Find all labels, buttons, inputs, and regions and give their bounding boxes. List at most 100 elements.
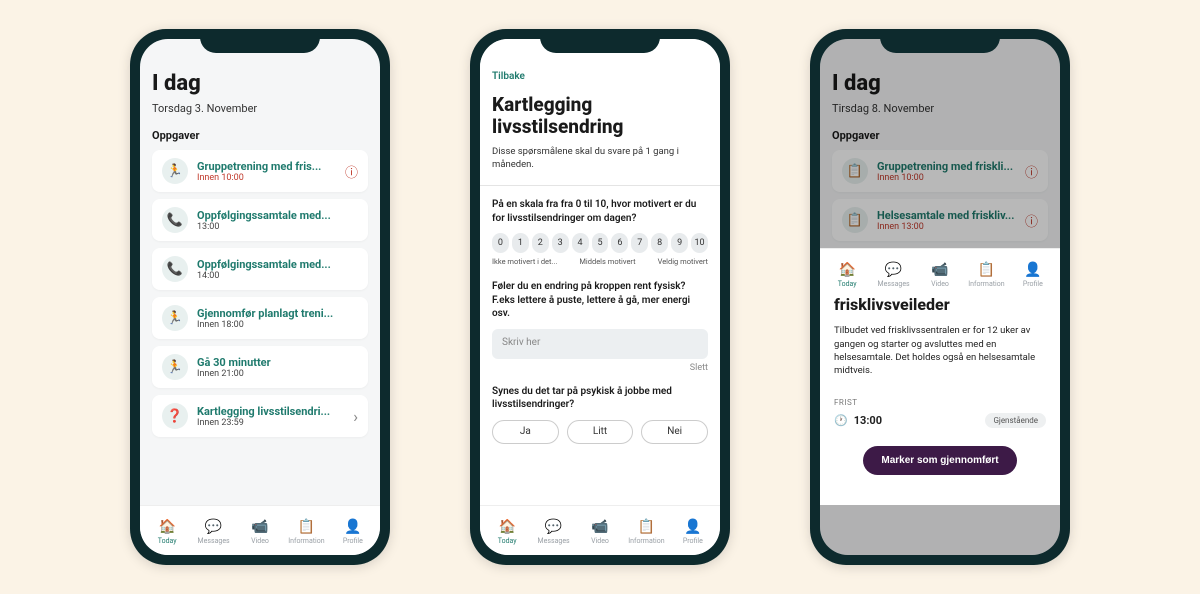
nav-profile[interactable]: 👤Profile	[1010, 262, 1056, 288]
task-time: Innen 18:00	[197, 320, 358, 330]
task-item[interactable]: 📞 Oppfølgingssamtale med... 14:00	[152, 248, 368, 290]
chat-icon: 💬	[205, 519, 222, 535]
scale-option[interactable]: 1	[512, 233, 529, 253]
deadline-time: 🕐 13:00	[834, 414, 882, 427]
task-item[interactable]: 🏃 Gå 30 minutter Innen 21:00	[152, 346, 368, 388]
nav-label: Profile	[1023, 280, 1043, 288]
scale-option[interactable]: 8	[651, 233, 668, 253]
task-item[interactable]: 📞 Oppfølgingssamtale med... 13:00	[152, 199, 368, 241]
nav-label: Profile	[343, 537, 363, 545]
task-time: 14:00	[197, 271, 358, 281]
chevron-right-icon: ›	[353, 407, 358, 426]
nav-label: Profile	[683, 537, 703, 545]
nav-video[interactable]: 📹 Video	[237, 519, 283, 545]
alert-icon: ⓘ	[345, 162, 358, 181]
video-icon: 📹	[931, 262, 948, 278]
home-icon: 🏠	[838, 262, 855, 278]
nav-label: Video	[931, 280, 949, 288]
video-icon: 📹	[591, 519, 608, 535]
sheet-description: Tilbudet ved frisklivssentralen er for 1…	[834, 324, 1046, 377]
question-1: På en skala fra fra 0 til 10, hvor motiv…	[492, 198, 708, 225]
home-icon: 🏠	[158, 519, 175, 535]
task-body: Gå 30 minutter Innen 21:00	[197, 356, 358, 379]
task-time: Innen 21:00	[197, 369, 358, 379]
scale-label-high: Veldig motivert	[658, 257, 708, 266]
task-time: 13:00	[197, 222, 358, 232]
home-icon: 🏠	[498, 519, 515, 535]
nav-label: Information	[628, 537, 664, 545]
back-link[interactable]: Tilbake	[492, 71, 708, 82]
device-notch	[200, 29, 320, 53]
nav-messages[interactable]: 💬Messages	[530, 519, 576, 545]
free-text-input[interactable]: Skriv her	[492, 329, 708, 359]
nav-video[interactable]: 📹 Video	[577, 519, 623, 545]
scale-option[interactable]: 3	[552, 233, 569, 253]
screen-detail: I dag Tirsdag 8. November Oppgaver 📋 Gru…	[820, 39, 1060, 555]
task-body: Kartlegging livsstilsendri... Innen 23:5…	[197, 405, 344, 428]
nav-label: Video	[251, 537, 269, 545]
task-body: Oppfølgingssamtale med... 14:00	[197, 258, 358, 281]
scale-option[interactable]: 10	[691, 233, 708, 253]
nav-profile[interactable]: 👤 Profile	[670, 519, 716, 545]
task-time: Innen 23:59	[197, 418, 344, 428]
scale-row: 0 1 2 3 4 5 6 7 8 9 10	[492, 233, 708, 253]
choice-option[interactable]: Litt	[567, 420, 634, 444]
scale-option[interactable]: 6	[611, 233, 628, 253]
survey-intro: Disse spørsmålene skal du svare på 1 gan…	[492, 146, 708, 172]
scale-option[interactable]: 2	[532, 233, 549, 253]
page-title: I dag	[152, 71, 368, 96]
question-2: Føler du en endring på kroppen rent fysi…	[492, 280, 708, 321]
clipboard-icon: 📋	[298, 519, 315, 535]
status-badge: Gjenstående	[985, 413, 1046, 428]
page-date: Torsdag 3. November	[152, 102, 368, 115]
choice-row: Ja Litt Nei	[492, 420, 708, 444]
device-notch	[540, 29, 660, 53]
running-icon: 🏃	[162, 354, 188, 380]
scale-option[interactable]: 7	[631, 233, 648, 253]
scale-option[interactable]: 5	[592, 233, 609, 253]
mark-complete-button[interactable]: Marker som gjennomført	[863, 446, 1016, 475]
clear-link[interactable]: Slett	[492, 363, 708, 373]
task-title: Kartlegging livsstilsendri...	[197, 405, 344, 418]
nav-information[interactable]: 📋Information	[623, 519, 669, 545]
nav-information[interactable]: 📋Information	[283, 519, 329, 545]
scale-option[interactable]: 4	[572, 233, 589, 253]
nav-profile[interactable]: 👤Profile	[330, 519, 376, 545]
nav-label: Video	[591, 537, 609, 545]
nav-label: Messages	[198, 537, 230, 545]
device-notch	[880, 29, 1000, 53]
task-body: Oppfølgingssamtale med... 13:00	[197, 209, 358, 232]
phone-survey: Tilbake Kartlegging livsstilsendring Dis…	[470, 29, 730, 565]
running-icon: 🏃	[162, 158, 188, 184]
today-content: I dag Torsdag 3. November Oppgaver 🏃 Gru…	[140, 39, 380, 505]
choice-option[interactable]: Ja	[492, 420, 559, 444]
question-3: Synes du det tar på psykisk å jobbe med …	[492, 385, 708, 412]
survey-content: Tilbake Kartlegging livsstilsendring Dis…	[480, 39, 720, 505]
nav-today[interactable]: 🏠Today	[144, 519, 190, 545]
nav-messages[interactable]: 💬 Messages	[190, 519, 236, 545]
task-item[interactable]: 🏃 Gjennomfør planlagt treni... Innen 18:…	[152, 297, 368, 339]
choice-option[interactable]: Nei	[641, 420, 708, 444]
nav-label: Messages	[538, 537, 570, 545]
bottom-nav: 🏠 Today 💬Messages 📹 Video 📋Information 👤Pr…	[820, 248, 1060, 298]
nav-today[interactable]: 🏠Today	[484, 519, 530, 545]
phone-icon: 📞	[162, 207, 188, 233]
scale-option[interactable]: 9	[671, 233, 688, 253]
question-icon: ❓	[162, 403, 188, 429]
task-title: Oppfølgingssamtale med...	[197, 258, 358, 271]
scale-labels: Ikke motivert i det... Middels motivert …	[492, 257, 708, 266]
task-item[interactable]: 🏃 Gruppetrening med fris... Innen 10:00 …	[152, 150, 368, 192]
nav-video[interactable]: 📹 Video	[917, 262, 963, 288]
phone-icon: 📞	[162, 256, 188, 282]
nav-information[interactable]: 📋Information	[963, 262, 1009, 288]
chat-icon: 💬	[885, 262, 902, 278]
bottom-nav: 🏠Today 💬Messages 📹 Video 📋Information 👤 Pr…	[480, 505, 720, 555]
nav-today[interactable]: 🏠 Today	[824, 262, 870, 288]
person-icon: 👤	[684, 519, 701, 535]
video-icon: 📹	[251, 519, 268, 535]
nav-label: Today	[838, 280, 857, 288]
task-item[interactable]: ❓ Kartlegging livsstilsendri... Innen 23…	[152, 395, 368, 437]
scale-option[interactable]: 0	[492, 233, 509, 253]
nav-messages[interactable]: 💬Messages	[870, 262, 916, 288]
scale-label-low: Ikke motivert i det...	[492, 257, 557, 266]
